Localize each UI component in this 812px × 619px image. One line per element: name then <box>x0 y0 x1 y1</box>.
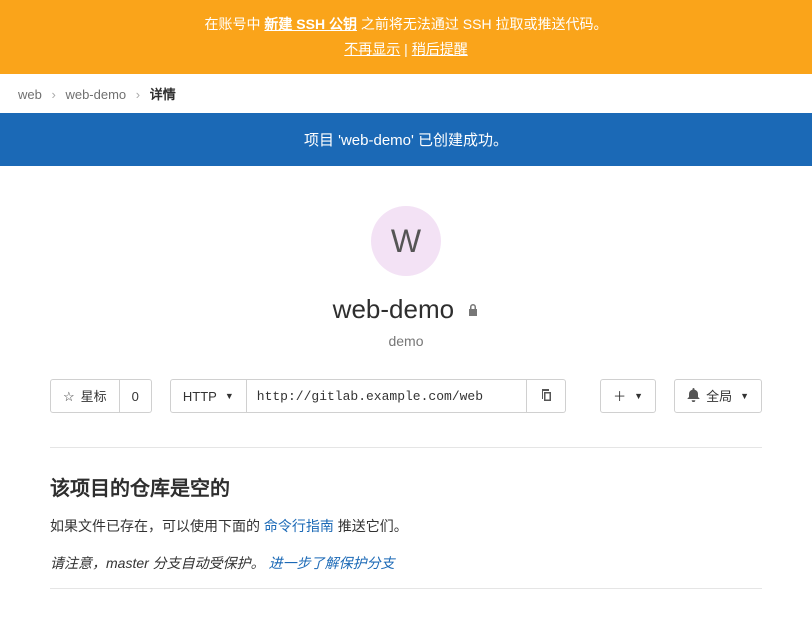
divider <box>50 447 762 448</box>
caret-down-icon: ▼ <box>225 391 234 402</box>
breadcrumb: web › web-demo › 详情 <box>0 74 812 113</box>
bell-icon <box>687 388 700 406</box>
protected-branch-link[interactable]: 进一步了解保护分支 <box>269 555 395 571</box>
clone-url-input[interactable] <box>247 379 527 413</box>
protocol-label: HTTP <box>183 389 217 405</box>
star-count: 0 <box>132 389 139 405</box>
empty-repo-section: 该项目的仓库是空的 如果文件已存在，可以使用下面的 命令行指南 推送它们。 请注… <box>0 437 812 619</box>
clone-protocol-dropdown[interactable]: HTTP ▼ <box>170 379 247 413</box>
breadcrumb-group[interactable]: web <box>18 87 42 102</box>
empty-instructions: 如果文件已存在，可以使用下面的 命令行指南 推送它们。 <box>50 515 762 537</box>
project-name: web-demo <box>20 294 792 325</box>
empty-note: 请注意，master 分支自动受保护。 进一步了解保护分支 <box>50 552 762 574</box>
copy-url-button[interactable] <box>527 379 566 413</box>
breadcrumb-project[interactable]: web-demo <box>65 87 126 102</box>
star-label: 星标 <box>81 389 107 405</box>
breadcrumb-current: 详情 <box>150 87 176 102</box>
breadcrumb-sep-icon: › <box>136 87 140 102</box>
star-count-button[interactable]: 0 <box>120 379 152 413</box>
ssh-key-banner: 在账号中 新建 SSH 公钥 之前将无法通过 SSH 拉取或推送代码。 不再显示… <box>0 0 812 74</box>
ssh-banner-suffix: 之前将无法通过 SSH 拉取或推送代码。 <box>361 16 608 32</box>
notification-dropdown-button[interactable]: 全局 ▼ <box>674 379 762 413</box>
project-actions: ☆ 星标 0 HTTP ▼ ＋ ▼ 全局 ▼ <box>0 369 812 437</box>
remind-later-link[interactable]: 稍后提醒 <box>412 41 468 57</box>
cli-guide-link[interactable]: 命令行指南 <box>264 518 334 534</box>
breadcrumb-sep-icon: › <box>51 87 55 102</box>
project-avatar: W <box>371 206 441 276</box>
project-header: W web-demo demo <box>0 166 812 369</box>
star-button[interactable]: ☆ 星标 <box>50 379 120 413</box>
create-ssh-key-link[interactable]: 新建 SSH 公钥 <box>264 16 357 32</box>
dont-show-again-link[interactable]: 不再显示 <box>344 41 400 57</box>
flash-message: 项目 'web-demo' 已创建成功。 <box>304 132 508 149</box>
ssh-banner-sep: | <box>400 41 411 57</box>
project-description: demo <box>20 333 792 349</box>
copy-icon <box>539 388 553 406</box>
plus-icon: ＋ <box>613 389 626 405</box>
add-dropdown-button[interactable]: ＋ ▼ <box>600 379 656 413</box>
lock-icon <box>467 304 479 320</box>
caret-down-icon: ▼ <box>634 391 643 402</box>
divider <box>50 588 762 589</box>
avatar-letter: W <box>391 223 421 260</box>
star-icon: ☆ <box>63 389 75 405</box>
caret-down-icon: ▼ <box>740 391 749 402</box>
notification-label: 全局 <box>706 389 732 405</box>
ssh-banner-prefix: 在账号中 <box>205 16 261 32</box>
empty-heading: 该项目的仓库是空的 <box>50 472 762 501</box>
flash-success: 项目 'web-demo' 已创建成功。 <box>0 113 812 166</box>
